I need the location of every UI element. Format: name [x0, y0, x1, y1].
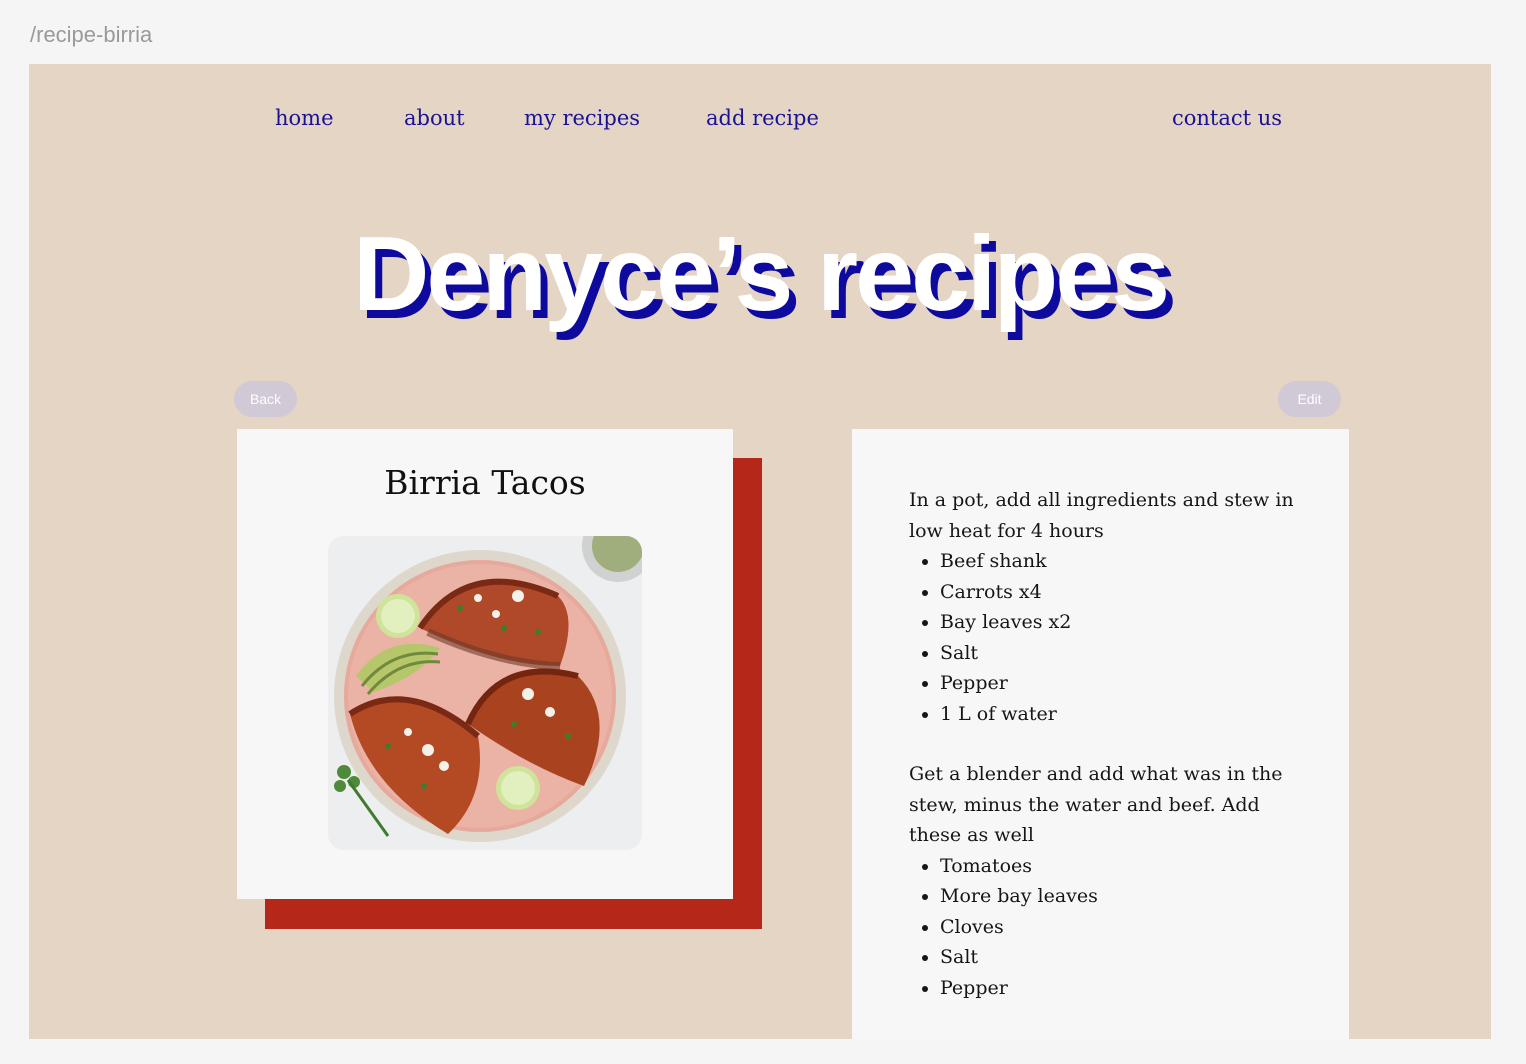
list-item: Pepper: [940, 973, 1309, 1004]
ingredient-list-1: Beef shank Carrots x4 Bay leaves x2 Salt…: [909, 546, 1309, 729]
site-title-text: Denyce’s recipes: [352, 215, 1170, 333]
instruction-step-2: Get a blender and add what was in the st…: [909, 763, 1283, 846]
list-item: Salt: [940, 942, 1309, 973]
ingredient-list-2: Tomatoes More bay leaves Cloves Salt Pep…: [909, 851, 1309, 1004]
site-title: Denyce’s recipes Denyce’s recipes: [29, 214, 1491, 341]
frame-label: /recipe-birria: [30, 22, 153, 47]
list-item: Carrots x4: [940, 577, 1309, 608]
instructions-body: In a pot, add all ingredients and stew i…: [909, 485, 1309, 1003]
list-item: Cloves: [940, 912, 1309, 943]
nav-about-link[interactable]: about: [404, 106, 465, 130]
page-canvas: home about my recipes add recipe contact…: [29, 64, 1491, 1039]
recipe-photo: [328, 536, 642, 850]
birria-tacos-image: [328, 536, 642, 850]
instructions-panel: In a pot, add all ingredients and stew i…: [852, 429, 1349, 1039]
list-item: Bay leaves x2: [940, 607, 1309, 638]
nav-contact-us-link[interactable]: contact us: [1172, 106, 1282, 130]
list-item: 1 L of water: [940, 699, 1309, 730]
recipe-title: Birria Tacos: [384, 463, 586, 502]
nav-home-link[interactable]: home: [275, 106, 334, 130]
list-item: Tomatoes: [940, 851, 1309, 882]
list-item: More bay leaves: [940, 881, 1309, 912]
list-item: Pepper: [940, 668, 1309, 699]
edit-button[interactable]: Edit: [1278, 381, 1341, 417]
nav-add-recipe-link[interactable]: add recipe: [706, 106, 819, 130]
instruction-step-1: In a pot, add all ingredients and stew i…: [909, 489, 1294, 542]
list-item: Beef shank: [940, 546, 1309, 577]
list-item: Salt: [940, 638, 1309, 669]
recipe-card: Birria Tacos: [237, 429, 733, 899]
nav-my-recipes-link[interactable]: my recipes: [524, 106, 640, 130]
back-button[interactable]: Back: [234, 381, 297, 417]
